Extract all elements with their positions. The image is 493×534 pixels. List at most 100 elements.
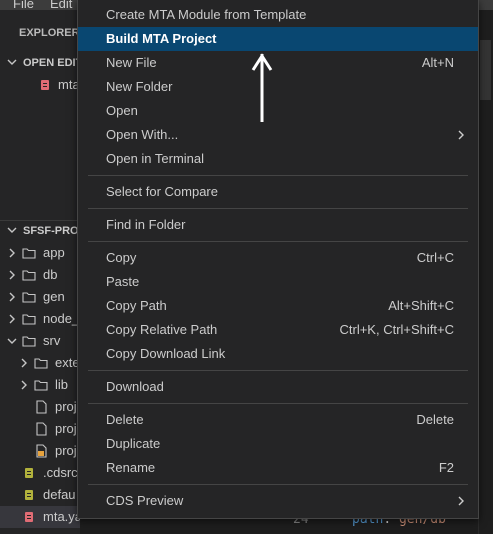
menu-item-cds-preview[interactable]: CDS Preview [78,489,478,513]
tree-item-label: .cdsrc [43,465,78,480]
tree-item-lib[interactable]: lib [0,374,80,396]
menu-item-open-in-terminal[interactable]: Open in Terminal [78,147,478,171]
tree-item-exte[interactable]: exte [0,352,80,374]
menu-item-paste[interactable]: Paste [78,270,478,294]
menu-item-shortcut: F2 [438,460,454,475]
menu-item-copy-download-link[interactable]: Copy Download Link [78,342,478,366]
menu-item-label: Paste [106,274,140,289]
tree-item-label: defau [43,487,76,502]
menu-separator [88,370,468,371]
submenu-chevron-icon [458,496,464,506]
context-menu: Create MTA Module from Template Build MTA… [77,0,479,519]
folder-icon [22,292,36,303]
file-icon [36,400,47,414]
chevron-right-icon [9,248,15,258]
menu-item-duplicate[interactable]: Duplicate [78,432,478,456]
folder-icon [22,248,36,259]
menu-item-label: Copy Download Link [106,346,226,361]
chevron-down-icon [7,59,17,65]
menu-item-label: New File [106,55,157,70]
open-editor-item[interactable]: mta [0,74,80,96]
submenu-chevron-icon [458,130,464,140]
file-icon [36,422,47,436]
menu-item-label: Copy Relative Path [106,322,218,337]
menu-item-label: Select for Compare [106,184,218,199]
tree-item-db[interactable]: db [0,264,80,286]
folder-icon [22,314,36,325]
chevron-right-icon [21,358,27,368]
editor-scroll-thumb[interactable] [480,40,491,100]
chevron-right-icon [9,314,15,324]
chevron-down-icon [7,338,17,344]
menu-item-delete[interactable]: Delete Delete [78,408,478,432]
menu-item-rename[interactable]: Rename F2 [78,456,478,480]
tree-item-defau[interactable]: defau [0,484,80,506]
menu-item-label: Delete [106,412,144,427]
tree-item-label: gen [43,289,65,304]
menu-item-label: Create MTA Module from Template [106,7,307,22]
explorer-sidebar: EXPLORER OPEN EDIT mta SFSF-PRO app db gen nod… [0,10,80,534]
menu-item-download[interactable]: Download [78,375,478,399]
chevron-right-icon [9,292,15,302]
json-file-icon [25,468,33,478]
menu-item-label: Open in Terminal [106,151,205,166]
menu-separator [88,175,468,176]
menu-item-copy-path[interactable]: Copy Path Alt+Shift+C [78,294,478,318]
chevron-right-icon [21,380,27,390]
tree-item-mtayaml[interactable]: mta.yaml [0,506,80,528]
menu-item-label: Build MTA Project [106,31,217,46]
tree-item-label: app [43,245,65,260]
tree-item-proj[interactable]: proj [0,418,80,440]
annotation-arrow-icon [251,53,273,122]
chevron-right-icon [9,270,15,280]
menu-item-new-folder[interactable]: New Folder [78,75,478,99]
tree-item-gen[interactable]: gen [0,286,80,308]
menu-item-label: Rename [106,460,156,475]
chevron-down-icon [7,227,17,233]
menu-item-copy-relative-path[interactable]: Copy Relative Path Ctrl+K, Ctrl+Shift+C [78,318,478,342]
tree-item-label: db [43,267,58,282]
tree-item-label: proj [55,399,77,414]
tree-item-label: mta.yaml [43,509,80,524]
menu-item-build-mta-project[interactable]: Build MTA Project [78,27,478,51]
menu-item-copy[interactable]: Copy Ctrl+C [78,246,478,270]
menu-separator [88,208,468,209]
tree-item-proj[interactable]: proj [0,440,80,462]
menu-item-open[interactable]: Open [78,99,478,123]
tree-item-srv[interactable]: srv [0,330,80,352]
menu-item-open-with[interactable]: Open With... [78,123,478,147]
menu-item-shortcut: Ctrl+K, Ctrl+Shift+C [339,322,454,337]
folder-icon [22,270,36,281]
tree-item-app[interactable]: app [0,242,80,264]
tree-item-label: proj [55,443,77,458]
project-header[interactable]: SFSF-PRO [0,220,80,242]
menu-item-label: Open With... [106,127,179,142]
menu-separator [88,403,468,404]
menu-edit[interactable]: Edit [50,0,72,10]
menu-item-shortcut: Ctrl+C [416,250,454,265]
menu-item-new-file[interactable]: New File Alt+N [78,51,478,75]
menu-item-find-in-folder[interactable]: Find in Folder [78,213,478,237]
tree-item-proj[interactable]: proj [0,396,80,418]
menu-item-label: New Folder [106,79,173,94]
menu-separator [88,484,468,485]
folder-icon [22,336,36,347]
menu-item-create-mta-module-from-template[interactable]: Create MTA Module from Template [78,3,478,27]
tree-item-cdsrc[interactable]: .cdsrc [0,462,80,484]
tree-item-label: srv [43,333,61,348]
tree-item-label: exte [55,355,80,370]
tree-item-node[interactable]: node_ [0,308,80,330]
menu-item-shortcut: Delete [416,412,454,427]
menu-item-label: Download [106,379,164,394]
explorer-title: EXPLORER [19,27,80,39]
menu-item-shortcut: Alt+N [421,55,454,70]
menu-item-label: CDS Preview [106,493,184,508]
menu-item-select-for-compare[interactable]: Select for Compare [78,180,478,204]
tree-item-label: node_ [43,311,80,326]
menu-file[interactable]: File [13,0,34,10]
menu-item-label: Copy [106,250,137,265]
open-editors-header[interactable]: OPEN EDIT [0,52,80,74]
folder-icon [34,380,48,391]
tree-item-label: proj [55,421,77,436]
project-label: SFSF-PRO [23,225,79,237]
